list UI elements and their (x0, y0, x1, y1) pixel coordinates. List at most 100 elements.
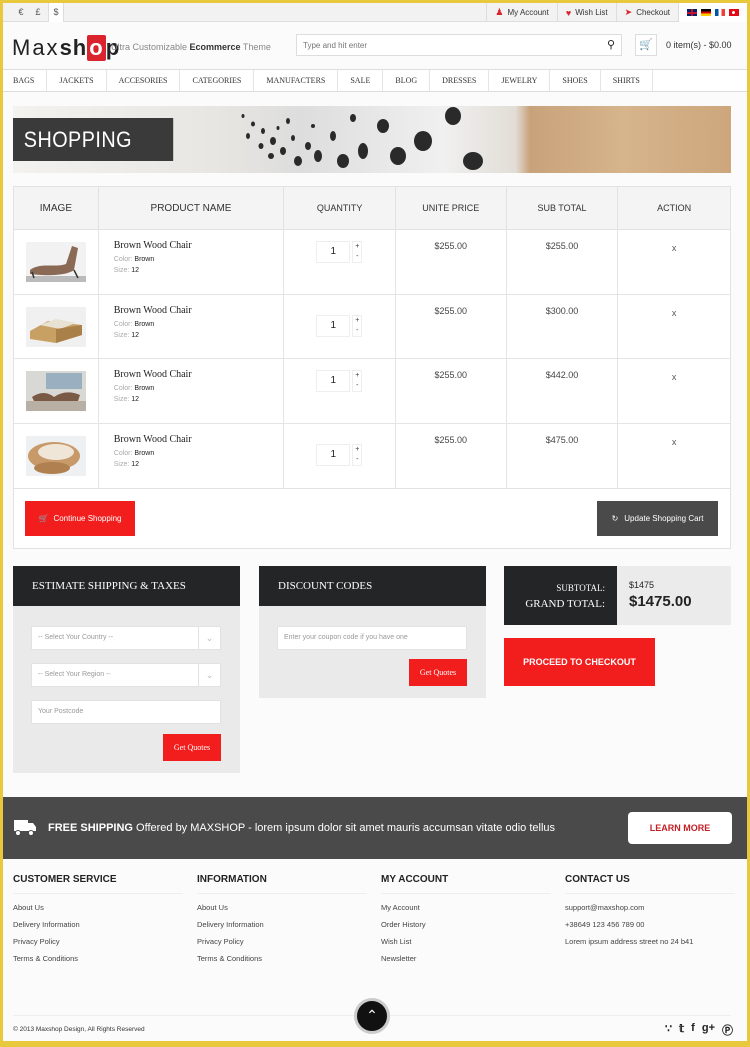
my-account-link[interactable]: ♟ My Account (486, 3, 556, 22)
quantity-stepper: + - (352, 241, 363, 263)
twitter-icon[interactable]: 𝕥 (679, 1022, 684, 1038)
pinterest-icon[interactable]: Ⓟ (722, 1022, 733, 1038)
currency-pound[interactable]: £ (30, 3, 46, 22)
cart-totals: SUBTOTAL: GRAND TOTAL: $1475 $1475.00 (504, 566, 731, 625)
footer-link[interactable]: Delivery Information (197, 920, 367, 937)
copyright: © 2013 Maxshop Design, All Rights Reserv… (13, 1026, 145, 1033)
quantity-input[interactable]: 1 (316, 314, 351, 337)
scroll-to-top-button[interactable]: ⌃ (354, 998, 390, 1034)
nav-dresses[interactable]: DRESSES (430, 70, 490, 91)
decrement-button[interactable]: - (353, 455, 361, 465)
nav-blog[interactable]: BLOG (383, 70, 431, 91)
product-image[interactable] (26, 242, 86, 282)
nav-categories[interactable]: CATEGORIES (180, 70, 255, 91)
flag-turkish-icon[interactable] (729, 9, 739, 16)
subtotal: $300.00 (545, 305, 579, 316)
decrement-button[interactable]: - (353, 381, 361, 391)
continue-shopping-button[interactable]: 🛒 Continue Shopping (25, 501, 135, 536)
cart-summary[interactable]: 0 item(s) - $0.00 (666, 40, 732, 50)
nav-shirts[interactable]: SHIRTS (601, 70, 653, 91)
subtotal-label: SUBTOTAL: (556, 583, 605, 593)
footer-link[interactable]: Privacy Policy (197, 937, 367, 954)
nav-shoes[interactable]: SHOES (550, 70, 601, 91)
remove-item-button[interactable]: x (618, 437, 730, 447)
increment-button[interactable]: + (353, 371, 361, 381)
subtotal: $475.00 (545, 434, 579, 445)
product-name[interactable]: Brown Wood Chair (114, 305, 192, 316)
currency-dollar[interactable]: $ (48, 3, 64, 22)
flag-german-icon[interactable] (701, 9, 711, 16)
apply-coupon-button[interactable]: Get Quotes (409, 659, 467, 686)
quantity-input[interactable]: 1 (316, 443, 351, 466)
coupon-input[interactable]: Enter your coupon code if you have one (277, 626, 467, 650)
quantity-input[interactable]: 1 (316, 370, 351, 392)
facebook-icon[interactable]: f (691, 1022, 695, 1038)
product-size: Size: 12 (113, 460, 140, 468)
table-row: Brown Wood Chair Color: Brown Size: 12 1… (14, 423, 730, 488)
footer-link[interactable]: About Us (13, 903, 183, 920)
contact-email[interactable]: support@maxshop.com (565, 903, 735, 920)
nav-accesories[interactable]: ACCESORIES (107, 70, 181, 91)
rss-icon[interactable]: ∵ (665, 1022, 672, 1038)
nav-manufacters[interactable]: MANUFACTERS (254, 70, 339, 91)
increment-button[interactable]: + (353, 445, 361, 455)
column-header-image: IMAGE (14, 187, 99, 229)
truck-icon (14, 820, 36, 836)
product-name[interactable]: Brown Wood Chair (114, 369, 192, 380)
decrement-button[interactable]: - (353, 252, 361, 262)
nav-sale[interactable]: SALE (338, 70, 384, 91)
footer-link[interactable]: My Account (381, 903, 551, 920)
flag-english-icon[interactable] (687, 9, 697, 16)
product-name[interactable]: Brown Wood Chair (114, 240, 192, 251)
product-image[interactable] (26, 435, 86, 476)
learn-more-button[interactable]: LEARN MORE (628, 812, 732, 844)
postcode-input[interactable]: Your Postcode (31, 700, 221, 724)
product-color: Color: Brown (113, 385, 155, 392)
proceed-to-checkout-button[interactable]: PROCEED TO CHECKOUT (504, 638, 655, 686)
product-image[interactable] (26, 371, 86, 411)
footer-link[interactable]: Privacy Policy (13, 937, 183, 954)
banner-image (241, 107, 483, 170)
footer-link[interactable]: Wish List (381, 937, 551, 954)
footer-link[interactable]: About Us (197, 903, 367, 920)
footer-link[interactable]: Newsletter (381, 954, 551, 971)
footer-link[interactable]: Terms & Conditions (197, 954, 367, 971)
user-icon: ♟ (495, 7, 504, 17)
logo[interactable]: Maxshop (12, 35, 120, 61)
nav-jewelry[interactable]: JEWELRY (489, 70, 551, 91)
quantity-input[interactable]: 1 (316, 241, 351, 263)
product-name[interactable]: Brown Wood Chair (114, 434, 192, 445)
language-selector (678, 3, 747, 22)
get-quotes-button[interactable]: Get Quotes (163, 734, 221, 761)
search-input[interactable] (297, 35, 587, 56)
footer-link[interactable]: Order History (381, 920, 551, 937)
shopping-bag-icon: o (87, 35, 106, 61)
cart-icon: 🛒 (38, 514, 49, 523)
quantity-stepper: + - (352, 443, 363, 466)
flag-french-icon[interactable] (715, 9, 725, 16)
nav-bags[interactable]: BAGS (3, 70, 48, 91)
unit-price: $255.00 (434, 305, 468, 316)
update-cart-button[interactable]: ↻ Update Shopping Cart (597, 501, 718, 536)
increment-button[interactable]: + (353, 316, 361, 326)
quantity-stepper: + - (352, 314, 363, 337)
wish-list-link[interactable]: ♥ Wish List (556, 3, 616, 22)
footer-link[interactable]: Delivery Information (13, 920, 183, 937)
footer-link[interactable]: Terms & Conditions (13, 954, 183, 971)
quantity-stepper: + - (352, 370, 363, 392)
decrement-button[interactable]: - (353, 326, 361, 336)
search-icon[interactable]: ⚲ (607, 38, 615, 51)
checkout-link[interactable]: ➤ Checkout (615, 3, 678, 22)
remove-item-button[interactable]: x (618, 372, 730, 382)
increment-button[interactable]: + (353, 242, 361, 252)
contact-phone: +38649 123 456 789 00 (565, 920, 645, 929)
currency-euro[interactable]: € (13, 3, 29, 22)
product-image[interactable] (26, 306, 86, 347)
remove-item-button[interactable]: x (618, 243, 730, 253)
region-select[interactable]: -- Select Your Region -- ⌄ (31, 663, 221, 687)
cart-icon[interactable]: 🛒 (635, 34, 657, 56)
google-plus-icon[interactable]: g+ (702, 1022, 715, 1038)
nav-jackets[interactable]: JACKETS (47, 70, 107, 91)
remove-item-button[interactable]: x (618, 308, 730, 318)
country-select[interactable]: -- Select Your Country -- ⌄ (31, 626, 221, 650)
